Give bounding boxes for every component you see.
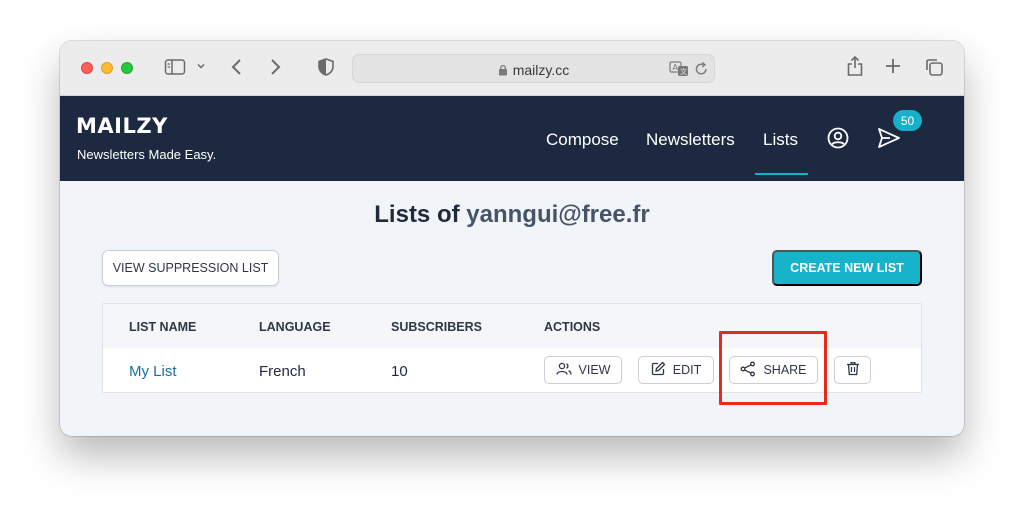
create-new-list-button[interactable]: CREATE NEW LIST: [772, 250, 922, 286]
column-header-subscribers: SUBSCRIBERS: [391, 320, 482, 334]
address-bar[interactable]: mailzy.cc A文: [352, 54, 715, 83]
notification-badge: 50: [893, 110, 922, 131]
reload-icon[interactable]: [694, 61, 709, 82]
app-navbar: MAILZY Newsletters Made Easy. Compose Ne…: [60, 96, 964, 181]
edit-button-label: EDIT: [672, 363, 702, 377]
column-header-language: LANGUAGE: [259, 320, 331, 334]
page-title: Lists of yanngui@free.fr: [60, 201, 964, 229]
close-window-button[interactable]: [81, 62, 93, 74]
maximize-window-button[interactable]: [121, 62, 133, 74]
share-button[interactable]: SHARE: [729, 356, 818, 384]
edit-button[interactable]: EDIT: [638, 356, 714, 384]
chevron-down-icon[interactable]: [196, 61, 206, 71]
delete-button[interactable]: [834, 356, 871, 384]
edit-icon: [651, 361, 666, 379]
sidebar-toggle-icon[interactable]: [164, 57, 186, 77]
nav-active-indicator: [755, 173, 808, 175]
tab-overview-icon[interactable]: [924, 57, 944, 77]
trash-icon: [846, 361, 860, 379]
list-name-link[interactable]: My List: [129, 363, 177, 380]
share-page-icon[interactable]: [846, 55, 864, 77]
shield-icon[interactable]: [317, 57, 335, 77]
svg-text:文: 文: [680, 67, 687, 76]
page-title-prefix: Lists of: [374, 201, 460, 228]
column-header-actions: ACTIONS: [544, 320, 601, 334]
list-language: French: [259, 363, 306, 380]
app-logo[interactable]: MAILZY: [76, 114, 168, 138]
page-title-email: yanngui@free.fr: [466, 201, 650, 228]
share-icon: [740, 361, 756, 380]
column-header-list-name: LIST NAME: [129, 320, 197, 334]
send-icon[interactable]: [877, 127, 901, 154]
browser-toolbar: mailzy.cc A文: [60, 41, 964, 96]
translate-icon[interactable]: A文: [669, 61, 689, 82]
back-icon[interactable]: [230, 57, 244, 77]
view-button[interactable]: VIEW: [544, 356, 622, 384]
lists-table: LIST NAME LANGUAGE SUBSCRIBERS ACTIONS M…: [102, 303, 922, 393]
app-tagline: Newsletters Made Easy.: [77, 147, 217, 162]
nav-lists[interactable]: Lists: [763, 130, 798, 150]
view-suppression-list-button[interactable]: VIEW SUPPRESSION LIST: [102, 250, 279, 286]
svg-text:A: A: [673, 63, 679, 72]
url-text: mailzy.cc: [512, 62, 570, 78]
new-tab-icon[interactable]: [885, 58, 901, 74]
table-header: [103, 304, 921, 348]
list-subscribers: 10: [391, 363, 408, 380]
nav-compose[interactable]: Compose: [546, 130, 619, 150]
forward-icon[interactable]: [268, 57, 282, 77]
view-button-label: VIEW: [578, 363, 611, 377]
account-icon[interactable]: [827, 127, 849, 154]
share-button-label: SHARE: [763, 363, 807, 377]
lock-icon: [498, 63, 508, 79]
users-icon: [555, 362, 572, 379]
browser-window: mailzy.cc A文 MAILZY Newsletters Made Eas…: [60, 41, 964, 436]
minimize-window-button[interactable]: [101, 62, 113, 74]
nav-newsletters[interactable]: Newsletters: [646, 130, 735, 150]
